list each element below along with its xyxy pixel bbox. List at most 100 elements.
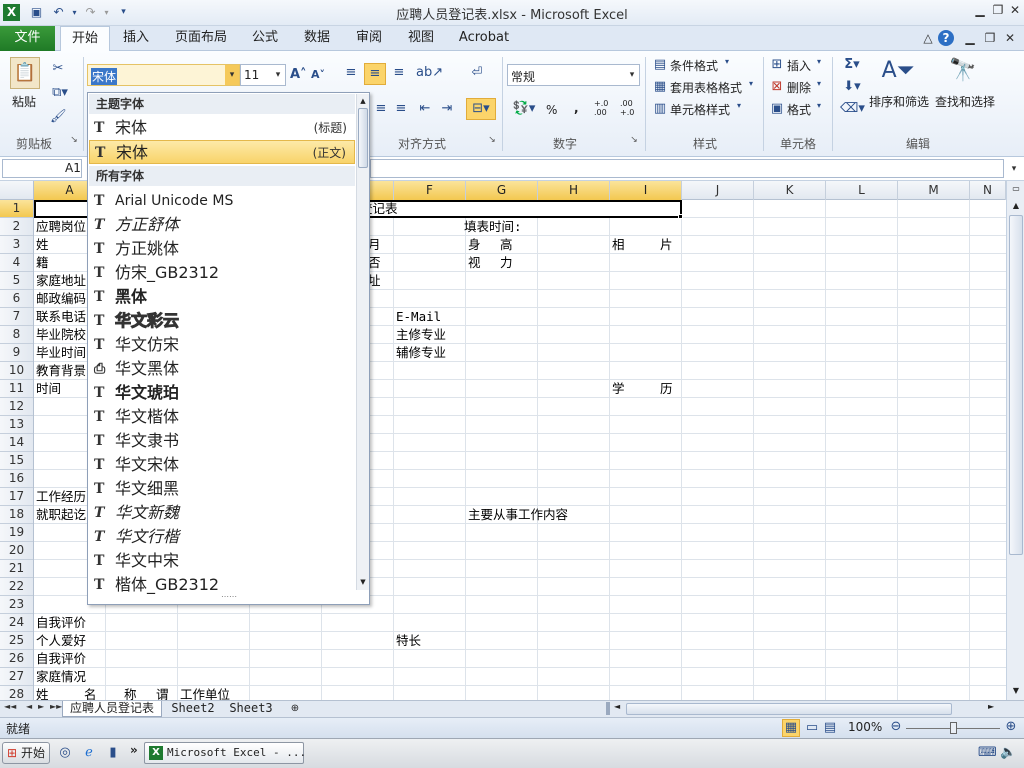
delete-cells-button[interactable]: 删除 (787, 79, 811, 96)
resize-grip-icon[interactable]: ⋯⋯ (214, 593, 244, 601)
expand-formula-icon[interactable]: ▾ (1006, 161, 1022, 177)
row-header-27[interactable]: 27 (0, 668, 33, 686)
font-item-theme-body[interactable]: T 宋体 (正文) (89, 140, 355, 164)
align-center-icon[interactable]: ≡ (372, 101, 390, 116)
row-header-17[interactable]: 17 (0, 488, 33, 506)
row-header-22[interactable]: 22 (0, 578, 33, 596)
format-table-icon[interactable]: ▦ (652, 79, 668, 94)
help-icon[interactable]: ? (938, 30, 954, 46)
page-layout-view-icon[interactable]: ▭ (804, 720, 820, 735)
accounting-format-icon[interactable]: 💱▾ (510, 101, 538, 116)
delete-cells-dropdown-icon[interactable]: ▾ (814, 79, 824, 88)
increase-indent-icon[interactable]: ⇥ (438, 101, 456, 116)
format-as-table-button[interactable]: 套用表格格式 (670, 79, 742, 96)
grow-font-icon[interactable]: A˄ (290, 67, 307, 82)
row-header-3[interactable]: 3 (0, 236, 33, 254)
autosum-icon[interactable]: Σ▾ (840, 57, 864, 72)
font-item[interactable]: T 华文仿宋 (89, 333, 355, 357)
decrease-decimal-button[interactable]: .00 +.0 (620, 99, 642, 117)
tab-file[interactable]: 文件 (0, 26, 55, 51)
font-size-combo[interactable]: 11 ▾ (240, 64, 286, 86)
row-header-19[interactable]: 19 (0, 524, 33, 542)
hscroll-thumb[interactable] (626, 703, 952, 715)
column-header-f[interactable]: F (394, 181, 466, 200)
font-item[interactable]: T Arial Unicode MS (89, 189, 355, 213)
quicklaunch-ie-settings-icon[interactable]: ◎ (56, 745, 74, 760)
paste-icon[interactable]: 📋 (10, 57, 40, 89)
sheet-tab-2[interactable]: Sheet2 (166, 701, 220, 717)
column-header-i[interactable]: I (610, 181, 682, 200)
font-item[interactable]: ⎙ 华文黑体 (89, 357, 355, 381)
cell-styles-button[interactable]: 单元格样式 (670, 101, 730, 118)
wrap-text-icon[interactable]: ⏎ (468, 65, 486, 80)
shrink-font-icon[interactable]: A˅ (310, 68, 326, 81)
cut-icon[interactable]: ✂ (50, 61, 66, 76)
delete-cells-icon[interactable]: ⊠ (769, 79, 785, 94)
font-item[interactable]: T 仿宋_GB2312 (89, 261, 355, 285)
align-top-icon[interactable]: ≡ (342, 65, 360, 80)
format-table-dropdown-icon[interactable]: ▾ (746, 79, 756, 88)
sheet-nav-prev-icon[interactable]: ◄ (26, 702, 32, 711)
scroll-down-icon[interactable]: ▼ (1009, 684, 1023, 698)
format-cells-button[interactable]: 格式 (787, 101, 811, 118)
alignment-launcher-icon[interactable]: ↘ (486, 135, 498, 151)
zoom-out-icon[interactable]: ⊖ (888, 719, 904, 734)
tab-view[interactable]: 视图 (400, 26, 442, 51)
row-header-7[interactable]: 7 (0, 308, 33, 326)
tab-split-handle[interactable] (606, 702, 610, 715)
font-name-dropdown-icon[interactable]: ▾ (225, 65, 239, 85)
row-header-9[interactable]: 9 (0, 344, 33, 362)
find-select-icon[interactable]: 🔭 (945, 57, 981, 85)
quicklaunch-ie-icon[interactable]: ℯ (80, 745, 98, 760)
increase-decimal-button[interactable]: +.0 .00 (594, 99, 616, 117)
font-item[interactable]: T 华文楷体 (89, 405, 355, 429)
formula-input[interactable] (370, 159, 1004, 178)
font-scroll-down-icon[interactable]: ▼ (358, 576, 368, 588)
row-header-25[interactable]: 25 (0, 632, 33, 650)
sort-filter-button[interactable]: 排序和筛选 (869, 93, 929, 110)
row-header-24[interactable]: 24 (0, 614, 33, 632)
fill-handle[interactable] (678, 214, 683, 219)
tab-review[interactable]: 审阅 (348, 26, 390, 51)
conditional-format-icon[interactable]: ▤ (652, 57, 668, 72)
column-header-m[interactable]: M (898, 181, 970, 200)
font-item[interactable]: T 华文彩云 (89, 309, 355, 333)
merge-center-icon[interactable]: ⊟▾ (466, 98, 496, 120)
sheet-nav-first-icon[interactable]: ◄◄ (4, 702, 16, 711)
row-header-20[interactable]: 20 (0, 542, 33, 560)
number-format-dropdown-icon[interactable]: ▾ (625, 65, 639, 85)
align-middle-icon[interactable]: ≡ (364, 63, 386, 85)
row-header-15[interactable]: 15 (0, 452, 33, 470)
zoom-in-icon[interactable]: ⊕ (1003, 719, 1019, 734)
comma-button[interactable]: , (574, 101, 579, 115)
fill-icon[interactable]: ⬇▾ (840, 79, 864, 94)
conditional-format-dropdown-icon[interactable]: ▾ (722, 57, 732, 66)
row-header-23[interactable]: 23 (0, 596, 33, 614)
column-header-l[interactable]: L (826, 181, 898, 200)
font-scroll-thumb[interactable] (358, 108, 368, 168)
quicklaunch-more-icon[interactable]: » (130, 743, 138, 757)
tab-insert[interactable]: 插入 (114, 26, 158, 51)
format-painter-icon[interactable]: 🖌 (50, 109, 67, 124)
doc-minimize-icon[interactable]: ▁ (962, 30, 978, 46)
copy-icon[interactable]: ⧉▾ (50, 85, 70, 100)
insert-cells-button[interactable]: 插入 (787, 57, 811, 74)
row-header-16[interactable]: 16 (0, 470, 33, 488)
column-header-g[interactable]: G (466, 181, 538, 200)
quicklaunch-app-icon[interactable]: ▮ (104, 745, 122, 760)
sheet-nav-last-icon[interactable]: ►► (50, 702, 62, 711)
vertical-scrollbar[interactable]: ▭ ▲ ▼ (1006, 181, 1024, 700)
sheet-nav-next-icon[interactable]: ► (38, 702, 44, 711)
font-item[interactable]: T 黑体 (89, 285, 355, 309)
font-item[interactable]: T 华文行楷 (89, 525, 355, 549)
column-header-k[interactable]: K (754, 181, 826, 200)
clear-icon[interactable]: ⌫▾ (840, 101, 865, 116)
doc-restore-icon[interactable]: ❐ (982, 30, 998, 46)
font-name-combo[interactable]: 宋体 ▾ (87, 64, 240, 86)
font-item[interactable]: T 华文中宋 (89, 549, 355, 573)
row-header-26[interactable]: 26 (0, 650, 33, 668)
page-break-view-icon[interactable]: ▤ (822, 720, 838, 735)
tab-home[interactable]: 开始 (60, 26, 110, 52)
zoom-slider-thumb[interactable] (950, 722, 957, 734)
row-header-12[interactable]: 12 (0, 398, 33, 416)
